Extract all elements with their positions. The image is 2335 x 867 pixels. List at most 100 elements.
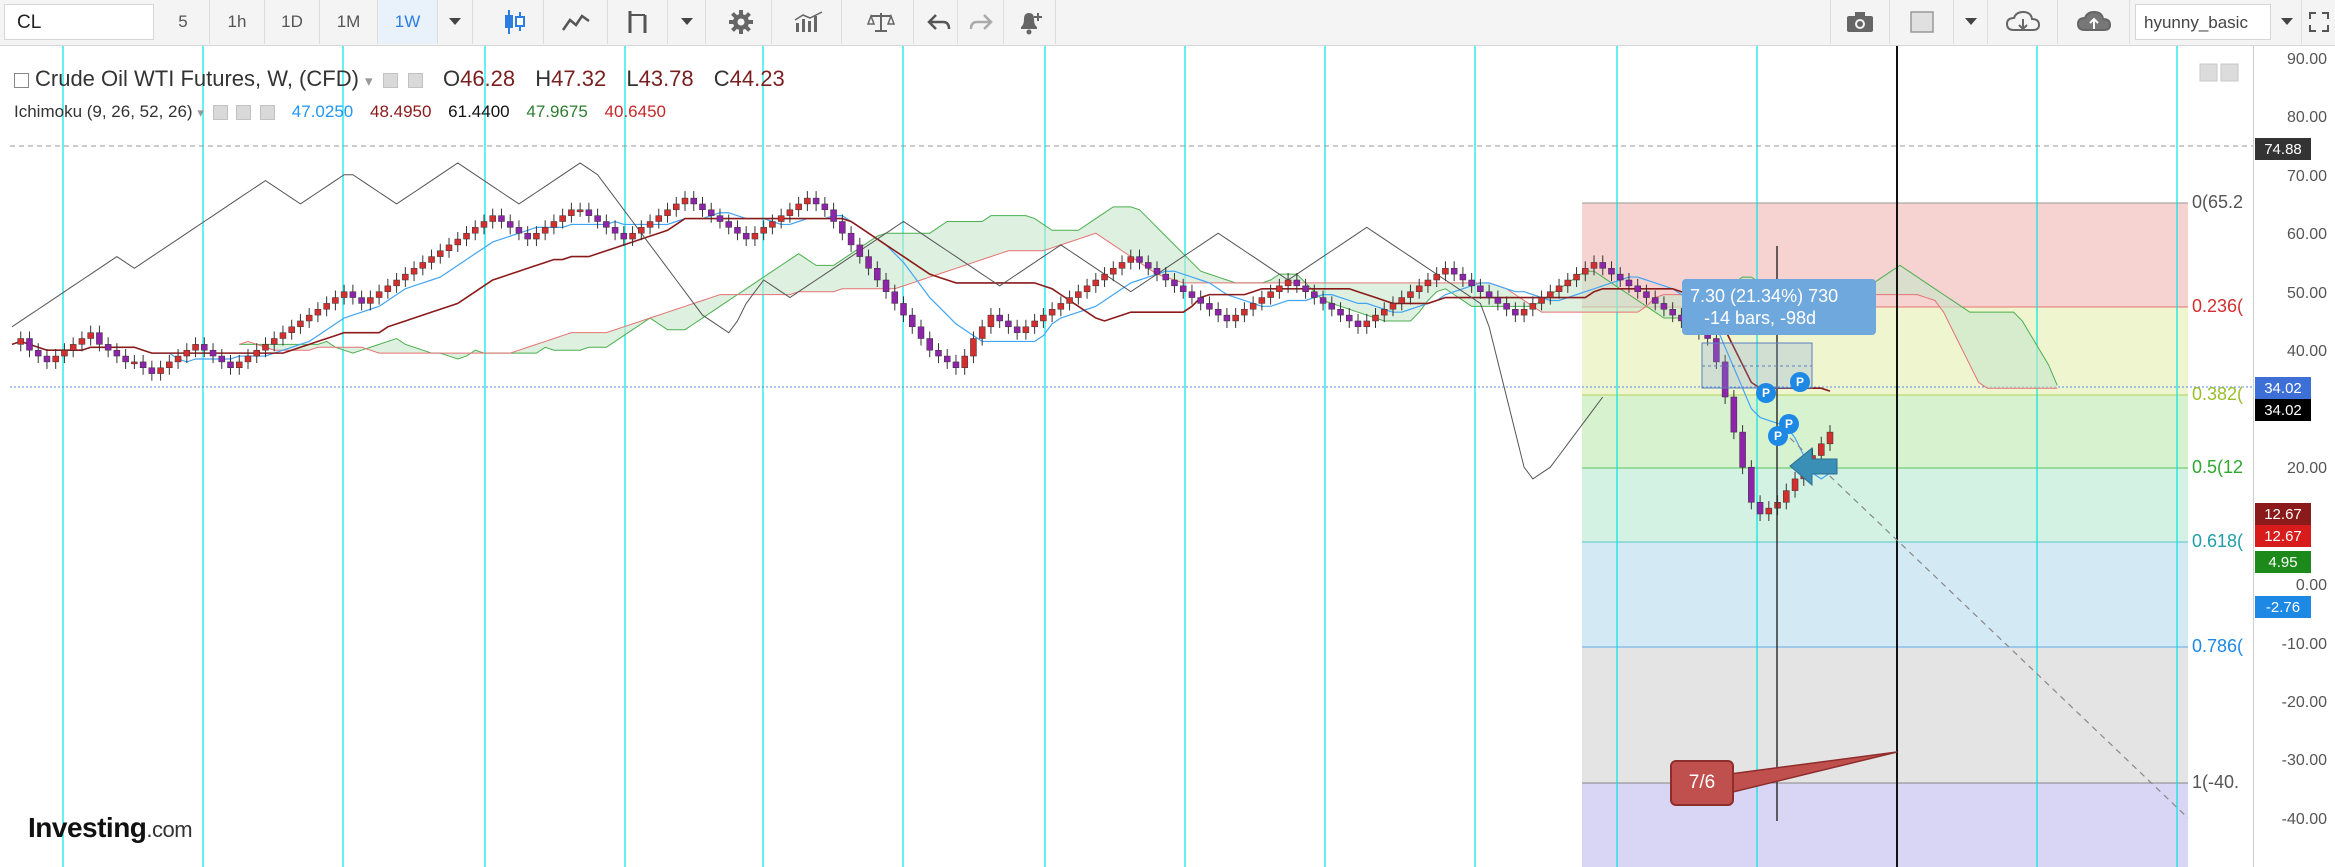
- top-toolbar: CL 5 1h 1D 1M 1W hyunny_basic: [0, 0, 2335, 46]
- bell-plus-icon: [1020, 13, 1042, 35]
- candlestick-icon: [504, 10, 525, 34]
- line-chart-icon: [561, 14, 590, 31]
- save-layout-button[interactable]: [2058, 0, 2130, 44]
- price-tag-high: 74.88: [2255, 138, 2311, 160]
- price-tag-last: 34.02: [2255, 377, 2311, 399]
- price-tick: -30.00: [2281, 752, 2327, 769]
- price-tick: 90.00: [2286, 51, 2327, 68]
- investing-logo: Investing.com: [28, 812, 193, 843]
- fib-label-1: 1(-40.: [2192, 772, 2240, 792]
- fullscreen-icon: [2308, 12, 2329, 32]
- layout-square-icon: [1909, 11, 1934, 33]
- ohlc-close: 44.23: [729, 66, 785, 91]
- ichimoku-lead2: 40.6450: [604, 102, 666, 121]
- svg-text:P: P: [1774, 429, 1782, 443]
- ichimoku-base: 48.4950: [369, 102, 432, 121]
- camera-icon: [1847, 12, 1873, 32]
- indicators-button[interactable]: [544, 0, 608, 44]
- svg-text:P: P: [1785, 417, 1793, 431]
- price-axis[interactable]: 90.00 80.00 70.00 60.00 50.00 40.00 20.0…: [2253, 46, 2335, 867]
- ohlc-low: 43.78: [638, 66, 694, 91]
- user-name[interactable]: hyunny_basic: [2135, 4, 2271, 40]
- ohlc-open: 46.28: [460, 66, 516, 91]
- price-tick: 60.00: [2286, 226, 2327, 243]
- price-tag-conversion: -2.76: [2255, 596, 2311, 618]
- price-tick: 70.00: [2286, 168, 2327, 185]
- redo-icon: [969, 14, 993, 30]
- price-chart-canvas[interactable]: P P P P: [0, 46, 2253, 867]
- ichimoku-conversion: 47.0250: [291, 102, 354, 121]
- fib-band-0382-05: [1582, 395, 2188, 468]
- drawing-dropdown[interactable]: [668, 0, 706, 44]
- price-tag-base: 12.67: [2255, 503, 2311, 525]
- price-tick: 80.00: [2286, 109, 2327, 126]
- fib-label-0: 0(65.2: [2192, 192, 2244, 212]
- interval-5[interactable]: 5: [157, 0, 210, 44]
- interval-1h[interactable]: 1h: [210, 0, 265, 44]
- svg-text:P: P: [1762, 386, 1770, 400]
- chevron-down-icon: [680, 18, 693, 25]
- fib-label-0618: 0.618(: [2192, 531, 2244, 551]
- color-box-button[interactable]: [1890, 0, 1954, 44]
- eye-icon[interactable]: [212, 105, 228, 121]
- fib-label-0382: 0.382(: [2192, 384, 2244, 404]
- load-layout-button[interactable]: [1988, 0, 2058, 44]
- undo-button[interactable]: [920, 0, 958, 44]
- fullscreen-button[interactable]: [2302, 0, 2335, 44]
- symbol-input[interactable]: CL: [4, 4, 154, 40]
- eye-icon[interactable]: [382, 72, 398, 88]
- cloud-download-icon: [2005, 10, 2040, 31]
- scroll-down-button[interactable]: [2220, 63, 2239, 82]
- fib-label-0236: 0.236(: [2192, 296, 2244, 316]
- chevron-down-icon: [449, 18, 461, 25]
- date-note[interactable]: 7/6: [1670, 760, 1734, 806]
- layout-dropdown[interactable]: [1954, 0, 1988, 44]
- ichimoku-lagging: 61.4400: [448, 102, 510, 121]
- interval-1d[interactable]: 1D: [265, 0, 320, 44]
- user-dropdown[interactable]: [2272, 0, 2302, 44]
- scroll-up-button[interactable]: [2199, 63, 2218, 82]
- settings-small-icon[interactable]: [407, 72, 423, 88]
- fib-label-0786: 0.786(: [2192, 636, 2244, 656]
- drawing-tool-icon: [628, 11, 646, 33]
- fib-label-05: 0.5(12: [2192, 457, 2244, 477]
- price-tick: 50.00: [2286, 285, 2327, 302]
- ohlc-high: 47.32: [551, 66, 607, 91]
- compare-scale-button[interactable]: [848, 0, 914, 44]
- indicator-title: Ichimoku (9, 26, 52, 26): [14, 102, 193, 121]
- interval-1m[interactable]: 1M: [320, 0, 378, 44]
- price-tick: 20.00: [2286, 460, 2327, 477]
- chevron-down-icon: [1964, 18, 1977, 25]
- chart-area[interactable]: P P P P Crude Oil WTI Futures, W, (CFD) …: [0, 46, 2335, 867]
- gear-icon: [728, 10, 753, 34]
- bar-chart-icon: [794, 11, 822, 32]
- snapshot-button[interactable]: [1830, 0, 1890, 44]
- price-tag-lead2: 12.67: [2255, 525, 2311, 547]
- compare-button[interactable]: [608, 0, 668, 44]
- close-icon[interactable]: [260, 105, 276, 121]
- svg-text:P: P: [1796, 375, 1804, 389]
- candles-button[interactable]: [484, 0, 544, 44]
- price-tick: 40.00: [2286, 343, 2327, 360]
- interval-dropdown[interactable]: [438, 0, 473, 44]
- scale-icon: [866, 13, 895, 32]
- redo-button[interactable]: [958, 0, 1004, 44]
- price-tick: -10.00: [2281, 636, 2327, 653]
- settings-small-icon[interactable]: [236, 105, 252, 121]
- measure-line-2: -14 bars, -98d: [1704, 308, 1817, 328]
- measure-line-1: 7.30 (21.34%) 730: [1690, 286, 1839, 306]
- fib-band-0618-0786: [1582, 542, 2188, 647]
- collapse-legend-icon[interactable]: [14, 72, 29, 88]
- interval-1w[interactable]: 1W: [378, 0, 438, 44]
- alert-button[interactable]: [1004, 0, 1056, 44]
- indicator-legend: Ichimoku (9, 26, 52, 26) ▾ 47.0250 48.49…: [14, 102, 666, 121]
- studies-button[interactable]: [776, 0, 842, 44]
- price-tag-last-close: 34.02: [2255, 399, 2311, 421]
- settings-button[interactable]: [710, 0, 772, 44]
- fib-band-05-0618: [1582, 468, 2188, 542]
- symbol-title: Crude Oil WTI Futures, W, (CFD): [35, 66, 359, 91]
- undo-icon: [926, 14, 950, 30]
- price-tick: -40.00: [2281, 811, 2327, 828]
- price-tag-lead1: 4.95: [2255, 551, 2311, 573]
- symbol-legend: Crude Oil WTI Futures, W, (CFD) ▾ O46.28…: [14, 66, 785, 92]
